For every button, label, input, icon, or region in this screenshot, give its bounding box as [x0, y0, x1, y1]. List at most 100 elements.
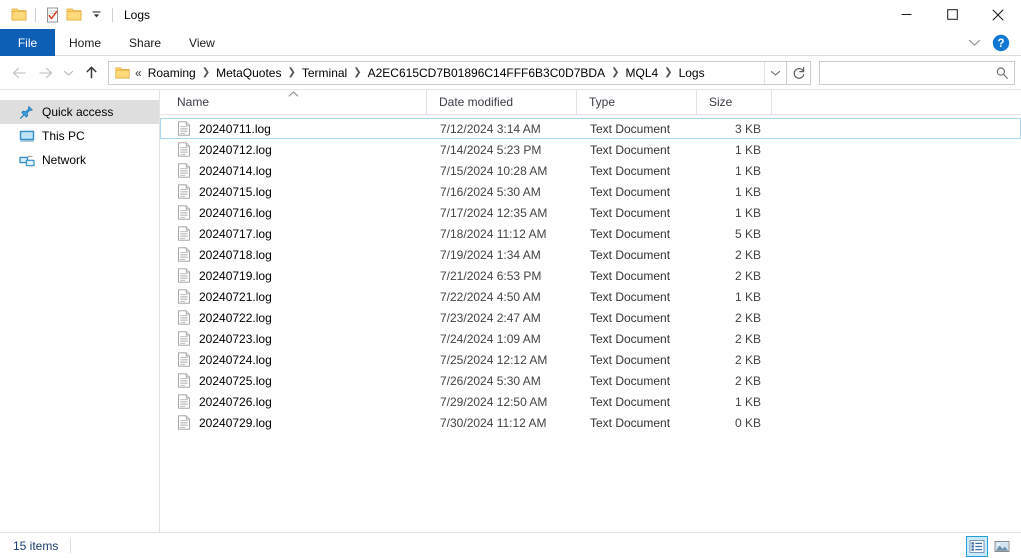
- bottom-edge-artifact: [0, 551, 1021, 558]
- breadcrumb-separator-icon[interactable]: ❯: [351, 67, 363, 78]
- new-folder-icon[interactable]: [63, 4, 85, 26]
- search-input[interactable]: [820, 65, 990, 80]
- column-header-name[interactable]: Name: [160, 90, 427, 114]
- table-row[interactable]: 20240726.log 7/29/2024 12:50 AM Text Docum…: [160, 391, 1021, 412]
- search-icon[interactable]: [990, 66, 1014, 80]
- file-type-cell: Text Document: [590, 394, 671, 409]
- ribbon-right-controls: ?: [963, 29, 1017, 56]
- file-name-label: 20240718.log: [199, 247, 272, 262]
- chevron-down-icon[interactable]: [963, 32, 985, 54]
- file-date-cell: 7/18/2024 11:12 AM: [440, 226, 547, 241]
- breadcrumb-separator-icon[interactable]: ❯: [200, 67, 212, 78]
- table-row[interactable]: 20240723.log 7/24/2024 1:09 AM Text Docume…: [160, 328, 1021, 349]
- forward-button[interactable]: [32, 60, 58, 86]
- recent-locations-icon[interactable]: [58, 60, 78, 86]
- text-document-icon: [176, 163, 192, 179]
- maximize-button[interactable]: [929, 0, 975, 29]
- sidebar-item-network[interactable]: Network: [0, 148, 159, 172]
- table-row[interactable]: 20240718.log 7/19/2024 1:34 AM Text Docume…: [160, 244, 1021, 265]
- tab-file[interactable]: File: [0, 29, 55, 56]
- breadcrumb-separator-icon[interactable]: ❯: [609, 67, 621, 78]
- file-type-cell: Text Document: [590, 121, 671, 136]
- table-row[interactable]: 20240722.log 7/23/2024 2:47 AM Text Docume…: [160, 307, 1021, 328]
- table-row[interactable]: 20240721.log 7/22/2024 4:50 AM Text Docume…: [160, 286, 1021, 307]
- table-row[interactable]: 20240715.log 7/16/2024 5:30 AM Text Docume…: [160, 181, 1021, 202]
- sidebar-item-quick-access[interactable]: Quick access: [0, 100, 159, 124]
- tab-share[interactable]: Share: [115, 29, 175, 56]
- file-date-cell: 7/25/2024 12:12 AM: [440, 352, 548, 367]
- table-row[interactable]: 20240724.log 7/25/2024 12:12 AM Text Docum…: [160, 349, 1021, 370]
- breadcrumb-item-instance-id[interactable]: A2EC615CD7B01896C14FFF6B3C0D7BDA: [364, 64, 609, 82]
- file-size-cell: 2 KB: [734, 310, 761, 325]
- file-name-cell: 20240718.log: [161, 247, 428, 263]
- breadcrumb-separator-icon[interactable]: ❯: [285, 67, 297, 78]
- file-type-cell: Text Document: [590, 247, 671, 262]
- file-name-cell: 20240729.log: [161, 415, 428, 431]
- customize-dropdown-icon[interactable]: [85, 4, 107, 26]
- table-row[interactable]: 20240717.log 7/18/2024 11:12 AM Text Docum…: [160, 223, 1021, 244]
- file-date-cell: 7/24/2024 1:09 AM: [440, 331, 541, 346]
- file-date-cell: 7/12/2024 3:14 AM: [440, 121, 541, 136]
- table-row[interactable]: 20240712.log 7/14/2024 5:23 PM Text Docume…: [160, 139, 1021, 160]
- file-date-cell: 7/29/2024 12:50 AM: [440, 394, 548, 409]
- table-row[interactable]: 20240725.log 7/26/2024 5:30 AM Text Docume…: [160, 370, 1021, 391]
- address-dropdown-icon[interactable]: [764, 61, 786, 84]
- file-name-label: 20240719.log: [199, 268, 272, 283]
- back-button[interactable]: [6, 60, 32, 86]
- file-date-cell: 7/23/2024 2:47 AM: [440, 310, 541, 325]
- table-row[interactable]: 20240719.log 7/21/2024 6:53 PM Text Docume…: [160, 265, 1021, 286]
- sidebar-item-label: This PC: [42, 129, 85, 143]
- text-document-icon: [176, 226, 192, 242]
- table-row[interactable]: 20240716.log 7/17/2024 12:35 AM Text Docum…: [160, 202, 1021, 223]
- file-name-label: 20240722.log: [199, 310, 272, 325]
- help-icon[interactable]: ?: [991, 33, 1011, 53]
- minimize-button[interactable]: [883, 0, 929, 29]
- tab-view[interactable]: View: [175, 29, 229, 56]
- file-size-cell: 5 KB: [734, 226, 761, 241]
- column-header-name-label: Name: [177, 95, 210, 109]
- tab-home[interactable]: Home: [55, 29, 115, 56]
- properties-icon[interactable]: [41, 4, 63, 26]
- table-row[interactable]: 20240729.log 7/30/2024 11:12 AM Text Docum…: [160, 412, 1021, 433]
- file-name-label: 20240716.log: [199, 205, 272, 220]
- sidebar-item-this-pc[interactable]: This PC: [0, 124, 159, 148]
- file-date-cell: 7/15/2024 10:28 AM: [440, 163, 548, 178]
- file-date-cell: 7/30/2024 11:12 AM: [440, 415, 547, 430]
- file-name-cell: 20240723.log: [161, 331, 428, 347]
- text-document-icon: [176, 415, 192, 431]
- table-row[interactable]: 20240711.log 7/12/2024 3:14 AM Text Docume…: [160, 118, 1021, 139]
- breadcrumb-item-mql4[interactable]: MQL4: [621, 64, 662, 82]
- address-bar[interactable]: « Roaming ❯ MetaQuotes ❯ Terminal ❯ A2EC…: [108, 60, 787, 85]
- refresh-button[interactable]: [787, 60, 811, 85]
- column-header-type[interactable]: Type: [577, 90, 697, 114]
- file-name-cell: 20240726.log: [161, 394, 428, 410]
- table-row[interactable]: 20240714.log 7/15/2024 10:28 AM Text Docum…: [160, 160, 1021, 181]
- file-size-cell: 1 KB: [734, 289, 761, 304]
- file-type-cell: Text Document: [590, 352, 671, 367]
- close-button[interactable]: [975, 0, 1021, 29]
- breadcrumb-separator-icon[interactable]: ❯: [662, 67, 674, 78]
- file-type-cell: Text Document: [590, 331, 671, 346]
- up-button[interactable]: [78, 60, 104, 86]
- breadcrumb-item-roaming[interactable]: Roaming: [144, 64, 200, 82]
- file-name-cell: 20240725.log: [161, 373, 428, 389]
- file-size-cell: 2 KB: [734, 331, 761, 346]
- breadcrumb-overflow[interactable]: «: [135, 66, 144, 80]
- breadcrumb-item-metaquotes[interactable]: MetaQuotes: [212, 64, 285, 82]
- file-name-cell: 20240722.log: [161, 310, 428, 326]
- address-folder-icon: [109, 66, 135, 80]
- text-document-icon: [176, 394, 192, 410]
- file-name-label: 20240715.log: [199, 184, 272, 199]
- breadcrumb-item-terminal[interactable]: Terminal: [298, 64, 351, 82]
- file-name-label: 20240723.log: [199, 331, 272, 346]
- breadcrumb-item-logs[interactable]: Logs: [675, 64, 709, 82]
- svg-text:?: ?: [997, 38, 1004, 50]
- column-header-date-modified[interactable]: Date modified: [427, 90, 577, 114]
- column-header-size-label: Size: [709, 95, 733, 109]
- column-header-filler: [772, 90, 1021, 114]
- file-size-cell: 1 KB: [734, 184, 761, 199]
- folder-icon[interactable]: [8, 4, 30, 26]
- search-box[interactable]: [819, 60, 1015, 85]
- column-header-size[interactable]: Size: [697, 90, 772, 114]
- column-header-type-label: Type: [589, 95, 616, 109]
